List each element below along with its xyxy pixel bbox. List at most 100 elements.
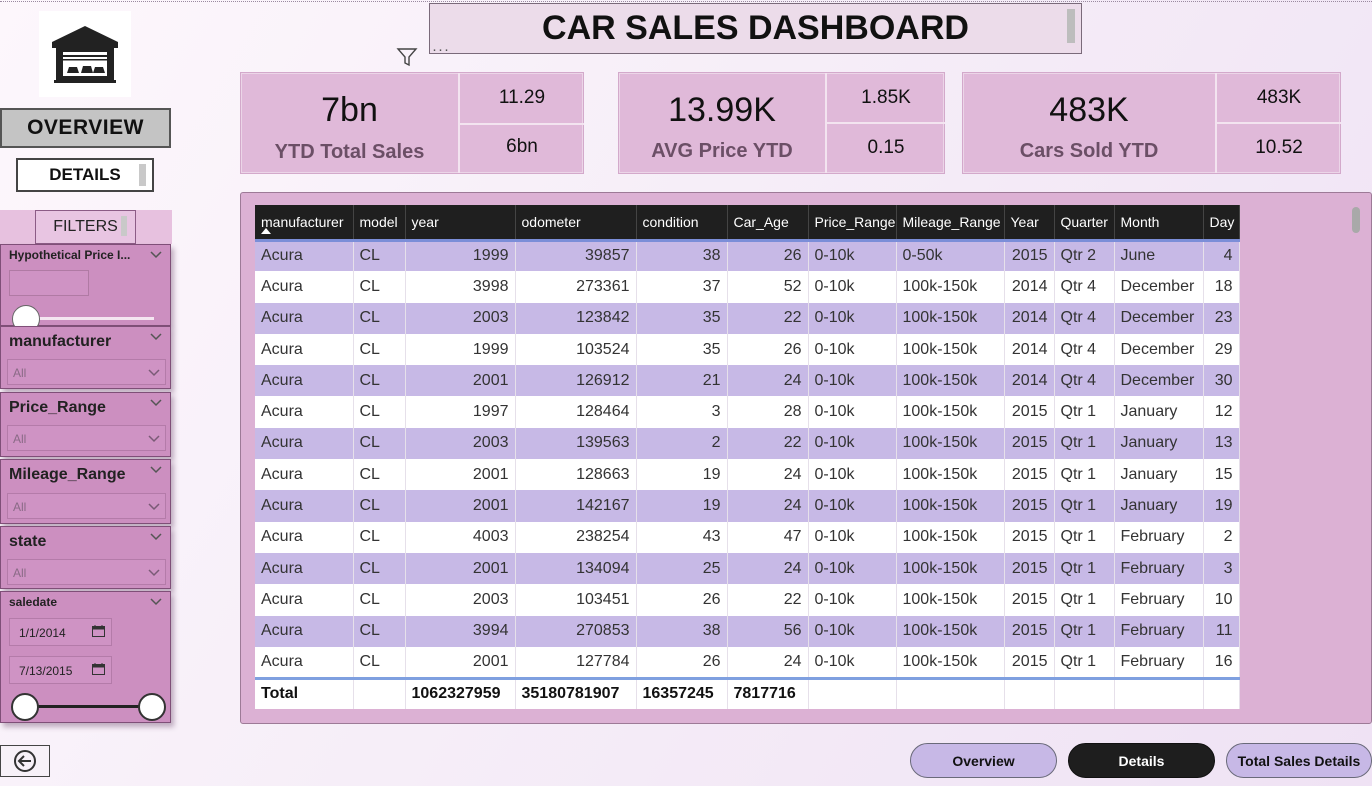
date-range-end-handle[interactable] — [138, 693, 166, 721]
table-row[interactable]: Acura CL 4003 238254 43 47 0-10k 100k-150k 2015 Q… — [255, 521, 1240, 553]
details-page-button[interactable]: Details — [1068, 743, 1215, 778]
table-row[interactable]: Acura CL 2003 139563 2 22 0-10k 100k-150k 2015 Qt… — [255, 427, 1240, 460]
total-sales-details-button[interactable]: Total Sales Details — [1226, 743, 1372, 778]
table-row[interactable]: Acura CL 1999 39857 38 26 0-10k 0-50k 2015 Qtr 2J… — [255, 238, 1240, 272]
kpi-main: 483K Cars Sold YTD — [963, 73, 1215, 173]
column-header-label: Car_Age — [733, 213, 789, 230]
table-cell: 2015 — [1004, 459, 1055, 491]
details-nav-button[interactable]: DETAILS — [16, 158, 154, 192]
price-range-dropdown[interactable]: All — [7, 425, 166, 451]
column-header-mileage-range[interactable]: Mileage_Range — [896, 205, 1005, 240]
sort-ascending-icon[interactable] — [261, 228, 271, 234]
chevron-down-icon[interactable] — [150, 249, 162, 261]
calendar-icon[interactable] — [92, 625, 105, 637]
table-cell: Acura — [255, 490, 354, 522]
table-row[interactable]: Acura CL 2001 142167 19 24 0-10k 100k-150k 2015 Q… — [255, 490, 1240, 522]
table-scrollbar[interactable] — [1350, 204, 1362, 714]
table-cell: 2001 — [405, 646, 516, 679]
table-cell: 21 — [636, 365, 728, 397]
column-header-odometer[interactable]: odometer — [515, 205, 637, 240]
chevron-down-icon[interactable] — [150, 464, 162, 476]
column-header-month[interactable]: Month — [1114, 205, 1204, 240]
dropdown-value: All — [13, 432, 27, 446]
table-row[interactable]: Acura CL 2003 123842 35 22 0-10k 100k-150k 2014 Q… — [255, 302, 1240, 334]
scrollbar[interactable] — [139, 164, 146, 186]
total-cell — [1114, 676, 1204, 710]
table-cell: January — [1114, 490, 1204, 522]
chevron-down-icon[interactable] — [150, 596, 162, 608]
table-cell: 100k-150k — [896, 271, 1005, 303]
back-button[interactable] — [0, 745, 50, 777]
table-row[interactable]: Acura CL 2001 128663 19 24 0-10k 100k-150k 2015 Q… — [255, 459, 1240, 491]
mileage-range-slicer: Mileage_Range All — [0, 459, 171, 524]
manufacturer-dropdown[interactable]: All — [7, 359, 166, 385]
table-row[interactable]: Acura CL 2001 126912 21 24 0-10k 100k-150k 2014 Q… — [255, 365, 1240, 397]
column-header-price-range[interactable]: Price_Range — [808, 205, 897, 240]
filters-label: FILTERS — [53, 218, 118, 235]
chevron-down-icon[interactable] — [150, 397, 162, 409]
table-row[interactable]: Acura CL 2001 127784 26 24 0-10k 100k-150k 2015 Q… — [255, 646, 1240, 679]
column-header-day[interactable]: Day — [1203, 205, 1240, 240]
scrollbar[interactable] — [121, 216, 127, 236]
table-cell: 24 — [727, 646, 809, 679]
chevron-down-icon[interactable] — [150, 531, 162, 543]
filter-icon[interactable] — [396, 46, 418, 68]
table-cell: 2014 — [1004, 271, 1055, 303]
table-cell: CL — [353, 459, 406, 491]
table-row[interactable]: Acura CL 2001 134094 25 24 0-10k 100k-150k 2015 Q… — [255, 552, 1240, 585]
table-cell: 12 — [1203, 396, 1240, 428]
date-range-start-handle[interactable] — [11, 693, 39, 721]
table-row[interactable]: Acura CL 3994 270853 38 56 0-10k 100k-150k 2015 Q… — [255, 615, 1240, 647]
date-range-track[interactable] — [25, 705, 152, 708]
kpi-sub-top: 1.85K — [827, 73, 945, 122]
end-date-input[interactable]: 7/13/2015 — [9, 656, 112, 684]
total-cell — [1004, 676, 1055, 710]
table-cell: Acura — [255, 427, 354, 460]
total-cell — [808, 676, 897, 710]
filters-header[interactable]: FILTERS — [35, 210, 136, 244]
table-cell: 2001 — [405, 490, 516, 522]
overview-page-button[interactable]: Overview — [910, 743, 1057, 778]
table-cell: 0-10k — [808, 521, 897, 553]
garage-icon — [52, 26, 118, 83]
column-header-year[interactable]: Year — [1004, 205, 1055, 240]
state-dropdown[interactable]: All — [7, 559, 166, 585]
scrollbar-thumb[interactable] — [1352, 207, 1360, 233]
hypothetical-price-input[interactable] — [9, 270, 89, 296]
column-header-car-age[interactable]: Car_Age — [727, 205, 809, 240]
scrollbar[interactable] — [1067, 9, 1075, 43]
more-options-icon[interactable]: ··· — [432, 41, 450, 58]
table-cell: 37 — [636, 271, 728, 303]
calendar-icon[interactable] — [92, 663, 105, 675]
kpi-sub-top: 483K — [1217, 73, 1341, 122]
table-row[interactable]: Acura CL 1999 103524 35 26 0-10k 100k-150k 2014 Q… — [255, 333, 1240, 366]
table-cell: 2015 — [1004, 521, 1055, 553]
table-cell: 3994 — [405, 615, 516, 647]
overview-nav-button[interactable]: OVERVIEW — [0, 108, 171, 148]
table-row[interactable]: Acura CL 1997 128464 3 28 0-10k 100k-150k 2015 Qt… — [255, 396, 1240, 428]
total-cell: 16357245 — [636, 676, 728, 710]
start-date-input[interactable]: 1/1/2014 — [9, 618, 112, 646]
table-cell: December — [1114, 365, 1204, 397]
column-header-condition[interactable]: condition — [636, 205, 728, 240]
table-cell: Qtr 1 — [1054, 552, 1115, 585]
column-header-manufacturer[interactable]: manufacturer — [255, 205, 354, 240]
column-header-year[interactable]: year — [405, 205, 516, 240]
table-cell: February — [1114, 615, 1204, 647]
mileage-range-dropdown[interactable]: All — [7, 493, 166, 519]
table-cell: 270853 — [515, 615, 637, 647]
table-cell: 0-10k — [808, 238, 897, 272]
table-cell: 22 — [727, 302, 809, 334]
column-header-label: Quarter — [1060, 213, 1108, 230]
kpi-sub-value: 483K — [1256, 87, 1302, 108]
table-header-row: manufacturer model year odometer condition Ca… — [255, 205, 1240, 240]
slicer-title: Mileage_Range — [9, 466, 126, 483]
chevron-down-icon[interactable] — [150, 331, 162, 343]
manufacturer-slicer: manufacturer All — [0, 326, 171, 389]
column-header-model[interactable]: model — [353, 205, 406, 240]
table-row[interactable]: Acura CL 3998 273361 37 52 0-10k 100k-150k 2014 Q… — [255, 271, 1240, 303]
table-cell: 29 — [1203, 333, 1240, 366]
total-label: Total — [255, 676, 354, 710]
column-header-quarter[interactable]: Quarter — [1054, 205, 1115, 240]
table-row[interactable]: Acura CL 2003 103451 26 22 0-10k 100k-150k 2015 Q… — [255, 584, 1240, 616]
